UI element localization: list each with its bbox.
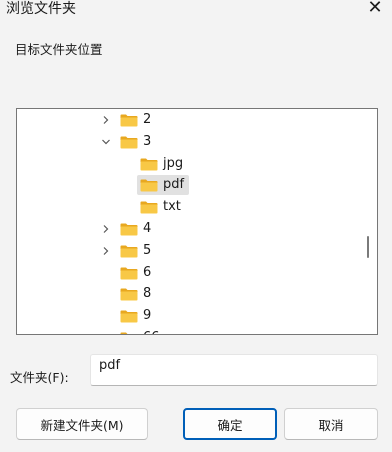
tree-item-label: 2 [143, 112, 152, 127]
folder-icon [140, 201, 158, 214]
folder-icon [140, 179, 158, 192]
chevron-right-icon[interactable] [100, 218, 112, 240]
tree-item[interactable]: 4 [17, 218, 357, 240]
tree-item-label: 3 [143, 133, 152, 149]
folder-icon [120, 267, 138, 280]
folder-icon [120, 223, 138, 236]
folder-icon [140, 158, 158, 171]
folder-input[interactable] [90, 354, 378, 386]
folder-field-label: 文件夹(F): [10, 370, 69, 385]
folder-icon [120, 114, 138, 127]
dialog-title: 浏览文件夹 [6, 1, 76, 17]
tree-item[interactable]: 9 [17, 305, 357, 327]
folder-icon [120, 245, 138, 258]
tree-item[interactable]: 8 [17, 283, 357, 305]
new-folder-button[interactable]: 新建文件夹(M) [16, 408, 148, 440]
chevron-right-icon[interactable] [100, 240, 112, 262]
tree-item-label: 5 [143, 242, 152, 258]
ok-button[interactable]: 确定 [183, 408, 277, 440]
cancel-button[interactable]: 取消 [284, 408, 378, 440]
tree-item-label: pdf [163, 177, 185, 193]
chevron-down-icon[interactable] [100, 131, 112, 153]
tree-item[interactable]: 6 [17, 262, 357, 284]
folder-icon [120, 136, 138, 149]
tree-item[interactable]: txt [17, 196, 357, 218]
tree-item[interactable]: pdf [17, 174, 357, 196]
chevron-right-icon[interactable] [100, 109, 112, 131]
folder-icon [120, 310, 138, 323]
tree-item-label: 4 [143, 221, 152, 236]
tree-item-label: 6 [143, 264, 152, 280]
folder-tree[interactable]: 2 3 jpg pdf txt 4 5 6 8 9 66 [16, 108, 378, 335]
tree-item[interactable]: 66 [17, 327, 357, 334]
tree-item-label: jpg [163, 155, 184, 171]
folder-icon [120, 288, 138, 301]
scrollbar-thumb[interactable] [367, 236, 369, 258]
close-button[interactable]: ✕ [362, 0, 388, 18]
tree-item[interactable]: 2 [17, 109, 357, 131]
tree-item-label: 8 [143, 286, 152, 302]
tree-item-label: txt [163, 199, 181, 215]
target-location-label: 目标文件夹位置 [15, 42, 103, 57]
tree-item[interactable]: jpg [17, 153, 357, 175]
close-icon: ✕ [367, 0, 383, 18]
title-bar: 浏览文件夹 ✕ [0, 0, 392, 20]
tree-item[interactable]: 3 [17, 131, 357, 153]
folder-icon [120, 332, 138, 334]
tree-item-label: 66 [143, 330, 160, 334]
tree-item-label: 9 [143, 308, 152, 324]
tree-item[interactable]: 5 [17, 240, 357, 262]
